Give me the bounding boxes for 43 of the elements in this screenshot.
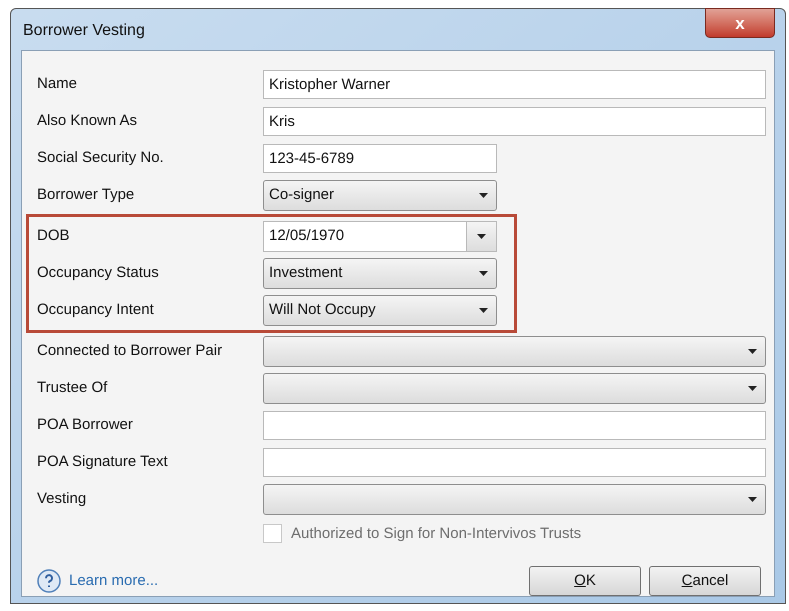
dropdown[interactable]: Investment xyxy=(263,258,497,288)
caret-icon xyxy=(479,270,488,276)
date-field[interactable]: 12/05/1970 xyxy=(263,220,497,252)
field-label: Trustee Of xyxy=(37,378,108,398)
text-field[interactable] xyxy=(263,410,766,440)
help-icon xyxy=(37,569,61,593)
field-label: POA Signature Text xyxy=(37,452,169,472)
date-dropdown-button[interactable] xyxy=(466,222,496,250)
window-title: Borrower Vesting xyxy=(22,21,145,42)
field-label: Name xyxy=(37,74,78,94)
dialog-button[interactable]: OK xyxy=(529,566,641,596)
caret-icon xyxy=(748,348,757,354)
field-label: Also Known As xyxy=(37,110,138,131)
field-label: Occupancy Intent xyxy=(37,300,155,320)
date-value: 12/05/1970 xyxy=(269,226,344,246)
field-label: Borrower Type xyxy=(37,184,136,205)
caret-icon xyxy=(748,496,757,502)
field-label: Social Security No. xyxy=(37,148,165,168)
dropdown-value: Will Not Occupy xyxy=(269,300,376,320)
dropdown-value: Co-signer xyxy=(269,184,334,205)
checkbox-label: Authorized to Sign for Non-Intervivos Trusts xyxy=(291,524,582,544)
text-field[interactable]: 123-45-6789 xyxy=(263,144,497,172)
dropdown[interactable] xyxy=(263,336,766,366)
dropdown[interactable] xyxy=(263,484,766,514)
text-field[interactable]: Kris xyxy=(263,106,766,136)
caret-icon xyxy=(479,308,488,312)
dropdown[interactable]: Co-signer xyxy=(263,180,497,210)
field-label: DOB xyxy=(37,226,71,246)
field-label: Occupancy Status xyxy=(37,262,160,283)
dialog-button[interactable]: Cancel xyxy=(649,566,761,596)
text-field[interactable] xyxy=(263,448,766,476)
caret-icon xyxy=(479,192,488,198)
dropdown[interactable] xyxy=(263,372,766,404)
close-button[interactable]: x xyxy=(705,8,775,38)
dropdown-value: Investment xyxy=(269,262,342,283)
field-label: POA Borrower xyxy=(37,414,134,435)
caret-icon xyxy=(748,386,757,390)
caret-icon xyxy=(477,234,486,238)
learn-more-link[interactable]: Learn more... xyxy=(69,570,158,592)
text-field[interactable]: Kristopher Warner xyxy=(263,70,766,98)
dropdown[interactable]: Will Not Occupy xyxy=(263,294,497,326)
field-label: Vesting xyxy=(37,488,88,509)
field-label: Connected to Borrower Pair xyxy=(37,340,224,361)
